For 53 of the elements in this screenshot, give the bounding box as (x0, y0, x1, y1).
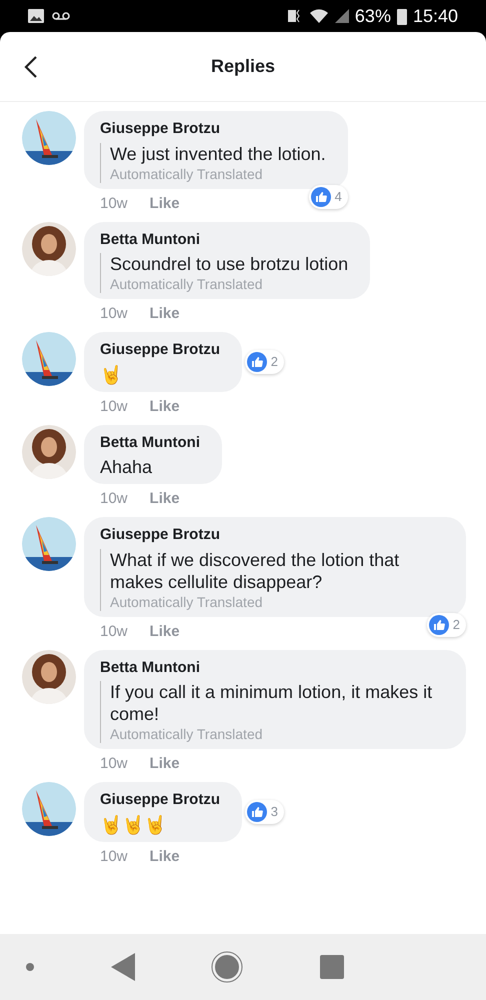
author-name[interactable]: Giuseppe Brotzu (100, 789, 220, 812)
back-icon (24, 54, 38, 78)
reaction-count[interactable]: 2 (244, 350, 284, 374)
image-icon (28, 9, 44, 23)
comment-text: What if we discovered the lotion that makes cellulite disappear? (110, 548, 400, 592)
battery-level: 63% (354, 4, 391, 28)
author-name[interactable]: Giuseppe Brotzu (100, 118, 326, 140)
like-button[interactable]: Like (150, 305, 180, 323)
comment-text: We just invented the lotion. (110, 142, 326, 164)
dot-icon[interactable] (26, 963, 34, 971)
like-button[interactable]: Like (150, 622, 180, 640)
reaction-count[interactable]: 2 (426, 612, 466, 636)
author-name[interactable]: Betta Muntoni (100, 228, 348, 251)
clock: 15:40 (412, 4, 458, 28)
thumbs-up-icon (246, 352, 267, 372)
voicemail-icon (52, 11, 70, 21)
author-name[interactable]: Betta Muntoni (100, 432, 200, 454)
thumbs-up-icon (428, 614, 449, 634)
author-name[interactable]: Giuseppe Brotzu (100, 339, 220, 362)
recents-icon[interactable] (320, 955, 344, 979)
translation-note: Automatically Translated (110, 725, 264, 743)
author-name[interactable]: Betta Muntoni (100, 656, 444, 679)
like-button[interactable]: Like (150, 398, 180, 416)
comment-time: 10w (100, 848, 128, 866)
comment-time: 10w (100, 305, 128, 323)
author-name[interactable]: Giuseppe Brotzu (100, 524, 444, 546)
translation-note: Automatically Translated (110, 592, 264, 610)
thumbs-up-icon (246, 802, 267, 822)
like-button[interactable]: Like (150, 194, 180, 212)
comment-time: 10w (100, 490, 128, 508)
like-button[interactable]: Like (150, 848, 180, 866)
comment-time: 10w (100, 194, 128, 212)
translation-note: Automatically Translated (110, 164, 264, 182)
reaction-count[interactable]: 4 (308, 184, 348, 208)
comment-text: Scoundrel to use brotzu lotion (110, 253, 348, 275)
comment-time: 10w (100, 622, 128, 640)
home-icon[interactable] (211, 951, 243, 983)
comment-text: If you call it a minimum lotion, it makes it come! (110, 681, 434, 725)
comment-time: 10w (100, 755, 128, 773)
comment-text: 🤘🤘🤘 (100, 814, 167, 836)
signal-icon (334, 9, 349, 23)
translation-note: Automatically Translated (110, 275, 264, 293)
like-button[interactable]: Like (150, 755, 180, 773)
reaction-count[interactable]: 3 (244, 800, 284, 824)
battery-icon (396, 8, 407, 24)
back-icon[interactable] (110, 953, 134, 981)
comment-time: 10w (100, 398, 128, 416)
thumbs-up-icon (310, 186, 331, 206)
like-button[interactable]: Like (150, 490, 180, 508)
page-title: Replies (210, 55, 276, 78)
comment-text: Ahaha (100, 456, 154, 478)
comment-text: 🤘 (100, 364, 123, 386)
wifi-icon (308, 8, 329, 24)
